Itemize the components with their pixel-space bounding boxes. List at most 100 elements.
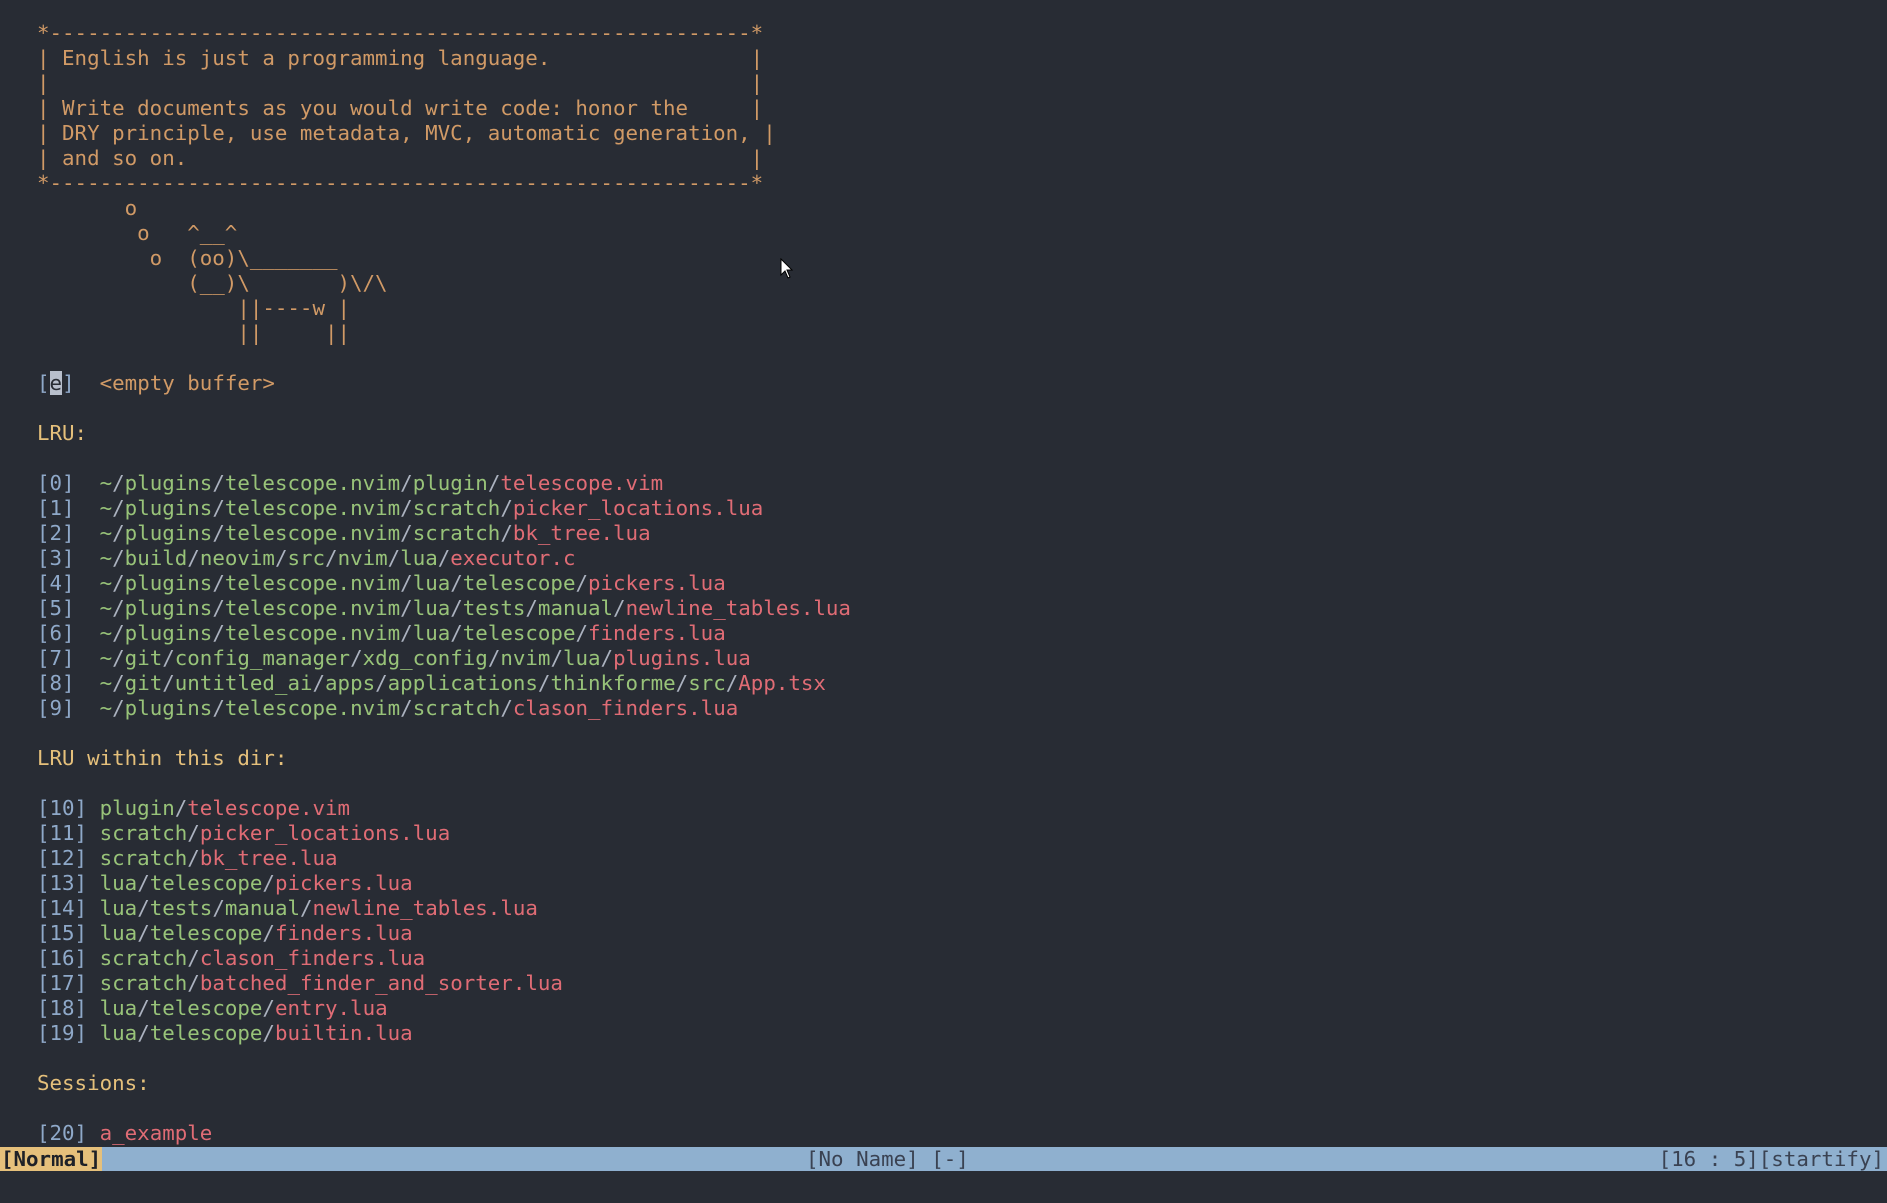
entry-dir: ~/git/untitled_ai/apps/applications/thin… xyxy=(99,671,739,695)
entry-key[interactable]: [19] xyxy=(37,1021,87,1045)
quote-line: | | xyxy=(37,71,764,95)
entry-key[interactable]: [14] xyxy=(37,896,87,920)
lru-header: LRU: xyxy=(37,421,88,445)
cow-line: o ^__^ xyxy=(37,221,238,245)
entry-key[interactable]: [6] xyxy=(37,621,75,645)
entry-dir: lua/telescope/ xyxy=(99,921,275,945)
entry-file: picker_locations.lua xyxy=(512,496,764,520)
file-entry[interactable]: [15] lua/telescope/finders.lua xyxy=(0,921,1887,946)
entry-key[interactable]: [15] xyxy=(37,921,87,945)
cursor[interactable]: e xyxy=(49,371,63,395)
mode-indicator: [Normal] xyxy=(0,1147,103,1171)
entry-key[interactable]: [10] xyxy=(37,796,87,820)
file-entry[interactable]: [1] ~/plugins/telescope.nvim/scratch/pic… xyxy=(0,496,1887,521)
file-entry[interactable]: [5] ~/plugins/telescope.nvim/lua/tests/m… xyxy=(0,596,1887,621)
cow-line: o xyxy=(37,196,138,220)
entry-file: newline_tables.lua xyxy=(625,596,851,620)
entry-key[interactable]: [12] xyxy=(37,846,87,870)
entry-file: telescope.vim xyxy=(187,796,351,820)
startify-screen: *---------------------------------------… xyxy=(0,21,1887,1146)
entry-dir: ~/plugins/telescope.nvim/scratch/ xyxy=(99,696,513,720)
quote-box: *---------------------------------------… xyxy=(0,21,1887,196)
session-entry[interactable]: [20] a_example xyxy=(0,1121,1887,1146)
entry-file: bk_tree.lua xyxy=(199,846,338,870)
entry-file: newline_tables.lua xyxy=(312,896,538,920)
statusline-filename: [No Name] [-] xyxy=(806,1147,969,1171)
entry-file: plugins.lua xyxy=(613,646,751,670)
entry-key[interactable]: [4] xyxy=(37,571,75,595)
cow-ascii-art: o o ^__^ o (oo)\_______ (__)\ )\/\ ||---… xyxy=(0,196,1887,346)
entry-key[interactable]: [1] xyxy=(37,496,75,520)
file-entry[interactable]: [12] scratch/bk_tree.lua xyxy=(0,846,1887,871)
entry-file: bk_tree.lua xyxy=(512,521,651,545)
entry-file: picker_locations.lua xyxy=(199,821,451,845)
file-entry[interactable]: [19] lua/telescope/builtin.lua xyxy=(0,1021,1887,1046)
entry-dir: ~/plugins/telescope.nvim/scratch/ xyxy=(99,496,513,520)
cow-line: (__)\ )\/\ xyxy=(37,271,388,295)
file-entry[interactable]: [16] scratch/clason_finders.lua xyxy=(0,946,1887,971)
entry-key[interactable]: [2] xyxy=(37,521,75,545)
entry-file: telescope.vim xyxy=(500,471,664,495)
entry-dir: ~/plugins/telescope.nvim/lua/tests/manua… xyxy=(99,596,626,620)
command-line[interactable] xyxy=(0,1171,1887,1197)
entry-file: clason_finders.lua xyxy=(199,946,426,970)
file-entry[interactable]: [7] ~/git/config_manager/xdg_config/nvim… xyxy=(0,646,1887,671)
quote-line: | and so on. | xyxy=(37,146,764,170)
lru-dir-header: LRU within this dir: xyxy=(37,746,288,770)
entry-key[interactable]: [11] xyxy=(37,821,87,845)
entry-file: pickers.lua xyxy=(274,871,413,895)
statusline: [Normal] [No Name] [-] [16 : 5][startify… xyxy=(0,1147,1887,1171)
entry-file: finders.lua xyxy=(588,621,726,645)
file-entry[interactable]: [6] ~/plugins/telescope.nvim/lua/telesco… xyxy=(0,621,1887,646)
file-entry[interactable]: [2] ~/plugins/telescope.nvim/scratch/bk_… xyxy=(0,521,1887,546)
entry-key[interactable]: [7] xyxy=(37,646,75,670)
entry-key[interactable]: [0] xyxy=(37,471,75,495)
quote-line: | Write documents as you would write cod… xyxy=(37,96,764,120)
empty-buffer-label: <empty buffer> xyxy=(74,371,275,395)
entry-dir: plugin/ xyxy=(99,796,188,820)
mouse-pointer-icon xyxy=(780,258,794,279)
file-entry[interactable]: [18] lua/telescope/entry.lua xyxy=(0,996,1887,1021)
sessions-header: Sessions: xyxy=(37,1071,150,1095)
session-key[interactable]: [20] xyxy=(37,1121,87,1145)
entry-key[interactable]: [18] xyxy=(37,996,87,1020)
entry-key[interactable]: [8] xyxy=(37,671,75,695)
entry-key[interactable]: [13] xyxy=(37,871,87,895)
entry-dir: ~/plugins/telescope.nvim/plugin/ xyxy=(99,471,501,495)
quote-line: | English is just a programming language… xyxy=(37,46,764,70)
entry-file: clason_finders.lua xyxy=(512,696,739,720)
lru-list: [0] ~/plugins/telescope.nvim/plugin/tele… xyxy=(0,471,1887,721)
file-entry[interactable]: [4] ~/plugins/telescope.nvim/lua/telesco… xyxy=(0,571,1887,596)
lru-dir-list: [10] plugin/telescope.vim [11] scratch/pi… xyxy=(0,796,1887,1046)
entry-file: finders.lua xyxy=(274,921,413,945)
entry-dir: lua/telescope/ xyxy=(99,871,275,895)
file-entry[interactable]: [14] lua/tests/manual/newline_tables.lua xyxy=(0,896,1887,921)
file-entry[interactable]: [11] scratch/picker_locations.lua xyxy=(0,821,1887,846)
entry-key[interactable]: [17] xyxy=(37,971,87,995)
entry-dir: lua/telescope/ xyxy=(99,996,275,1020)
entry-file: batched_finder_and_sorter.lua xyxy=(199,971,563,995)
entry-dir: ~/git/config_manager/xdg_config/nvim/lua… xyxy=(99,646,614,670)
file-entry[interactable]: [8] ~/git/untitled_ai/apps/applications/… xyxy=(0,671,1887,696)
file-entry[interactable]: [17] scratch/batched_finder_and_sorter.l… xyxy=(0,971,1887,996)
entry-key[interactable]: [16] xyxy=(37,946,87,970)
file-entry[interactable]: [0] ~/plugins/telescope.nvim/plugin/tele… xyxy=(0,471,1887,496)
file-entry[interactable]: [9] ~/plugins/telescope.nvim/scratch/cla… xyxy=(0,696,1887,721)
sessions-list: [20] a_example xyxy=(0,1121,1887,1146)
entry-dir: scratch/ xyxy=(99,846,200,870)
cow-line: || || xyxy=(37,321,351,345)
entry-key[interactable]: [9] xyxy=(37,696,75,720)
quote-line: | DRY principle, use metadata, MVC, auto… xyxy=(37,121,776,145)
entry-key[interactable]: [5] xyxy=(37,596,75,620)
entry-key[interactable]: [3] xyxy=(37,546,75,570)
file-entry[interactable]: [10] plugin/telescope.vim xyxy=(0,796,1887,821)
empty-buffer-entry[interactable]: [e] <empty buffer> xyxy=(0,371,1887,396)
file-entry[interactable]: [3] ~/build/neovim/src/nvim/lua/executor… xyxy=(0,546,1887,571)
entry-file: pickers.lua xyxy=(588,571,726,595)
quote-line: *---------------------------------------… xyxy=(37,21,764,45)
entry-dir: scratch/ xyxy=(99,946,200,970)
entry-dir: ~/plugins/telescope.nvim/scratch/ xyxy=(99,521,513,545)
file-entry[interactable]: [13] lua/telescope/pickers.lua xyxy=(0,871,1887,896)
entry-dir: ~/plugins/telescope.nvim/lua/telescope/ xyxy=(99,621,588,645)
entry-dir: ~/build/neovim/src/nvim/lua/ xyxy=(99,546,451,570)
